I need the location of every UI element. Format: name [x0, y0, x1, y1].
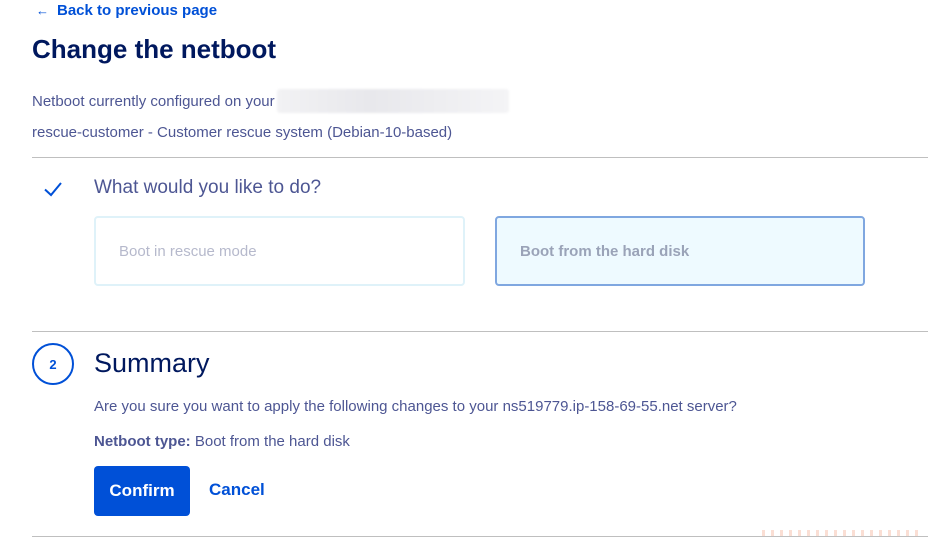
option-boot-hard-disk[interactable]: Boot from the hard disk — [495, 216, 865, 286]
netboot-type-label: Netboot type: — [94, 433, 191, 450]
confirmation-question: Are you sure you want to apply the follo… — [94, 398, 737, 415]
netboot-type-value: Boot from the hard disk — [194, 433, 350, 450]
check-icon — [44, 182, 62, 197]
netboot-current-prefix: Netboot currently configured on your — [32, 92, 275, 110]
back-link-label: Back to previous page — [57, 2, 218, 19]
summary-title: Summary — [94, 348, 210, 378]
cancel-button[interactable]: Cancel — [209, 480, 265, 500]
step1-title: What would you like to do? — [94, 177, 322, 198]
netboot-current-value: rescue-customer - Customer rescue system… — [32, 124, 453, 141]
page-title: Change the netboot — [32, 34, 277, 64]
confirm-button[interactable]: Confirm — [94, 466, 190, 516]
divider — [32, 536, 928, 537]
change-netboot-page: ← Back to previous page Change the netbo… — [0, 0, 928, 538]
edge-artifact — [762, 530, 922, 536]
redacted-server-name — [276, 89, 509, 113]
netboot-type-line: Netboot type: Boot from the hard disk — [94, 433, 350, 450]
divider — [32, 331, 928, 332]
option-label: Boot from the hard disk — [520, 242, 690, 260]
option-label: Boot in rescue mode — [119, 242, 257, 260]
back-to-previous-page-link[interactable]: ← Back to previous page — [36, 2, 217, 19]
divider — [32, 157, 928, 158]
netboot-current-line: Netboot currently configured on your — [32, 89, 509, 113]
step-number-badge: 2 — [32, 343, 74, 385]
arrow-left-icon: ← — [36, 3, 49, 18]
option-boot-rescue-mode[interactable]: Boot in rescue mode — [94, 216, 465, 286]
